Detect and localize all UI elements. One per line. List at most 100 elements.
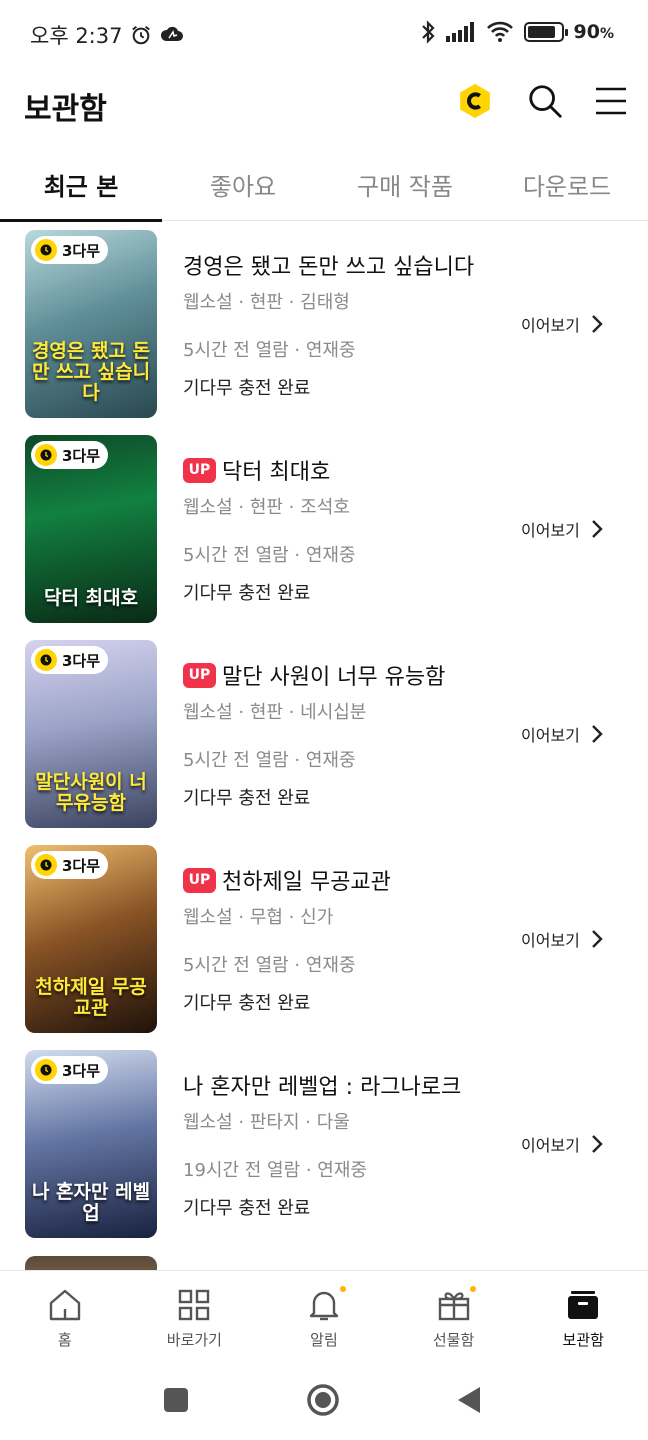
notification-dot (469, 1286, 476, 1292)
status-right: 90% (420, 20, 614, 44)
next-item-thumbnail-partial[interactable] (25, 1256, 157, 1270)
cover-thumbnail[interactable]: 나 혼자만 레벨업 3다무 (25, 1050, 157, 1238)
chevron-right-icon (592, 725, 603, 743)
nav-home[interactable]: 홈 (0, 1271, 130, 1361)
app-header: 보관함 (0, 70, 648, 146)
continue-label: 이어보기 (521, 521, 580, 540)
bluetooth-icon (421, 20, 435, 44)
wait-free-badge: 3다무 (31, 236, 109, 264)
continue-label: 이어보기 (521, 726, 580, 745)
list-item[interactable]: 경영은 됐고 돈만 쓰고 싶습니다 3다무 경영은 됐고 돈만 쓰고 싶습니다 … (0, 222, 648, 427)
nav-label: 선물함 (432, 1331, 475, 1349)
item-charge-status: 기다무 충전 완료 (183, 378, 311, 399)
cover-caption: 천하제일 무공교관 (35, 976, 147, 1020)
nav-label: 홈 (57, 1331, 72, 1349)
archive-icon (568, 1291, 599, 1319)
home-icon (49, 1289, 80, 1321)
item-title[interactable]: 나 혼자만 레벨업 : 라그나로크 (183, 1069, 461, 1101)
title-row: UP 천하제일 무공교관 (183, 864, 391, 896)
status-left: 오후 2:37 (30, 20, 184, 50)
clock-icon (35, 854, 57, 876)
battery-percent: 90% (574, 21, 614, 43)
nav-shortcuts[interactable]: 바로가기 (130, 1271, 260, 1361)
cover-thumbnail[interactable]: 경영은 됐고 돈만 쓰고 싶습니다 3다무 (25, 230, 157, 418)
search-icon[interactable] (526, 82, 564, 120)
bottom-navigation: 홈 바로가기 알림 선물함 보관함 (0, 1270, 648, 1360)
list-item[interactable]: 나 혼자만 레벨업 3다무 나 혼자만 레벨업 : 라그나로크 웹소설 · 판타… (0, 1042, 648, 1247)
cover-caption: 닥터 최대호 (43, 587, 138, 610)
wait-badge-label: 3다무 (62, 856, 101, 875)
item-read-info: 5시간 전 열람 · 연재중 (183, 545, 356, 566)
item-read-info: 5시간 전 열람 · 연재중 (183, 750, 356, 771)
tab-purchased[interactable]: 구매 작품 (324, 148, 486, 221)
wait-free-badge: 3다무 (31, 1056, 109, 1084)
tab-bar: 최근 본 좋아요 구매 작품 다운로드 (0, 148, 648, 222)
cover-caption: 나 혼자만 레벨업 (31, 1181, 151, 1225)
cloud-sync-icon (161, 26, 184, 41)
wait-free-badge: 3다무 (31, 851, 109, 879)
battery-icon (523, 22, 568, 42)
chevron-right-icon (592, 930, 603, 948)
item-read-info: 5시간 전 열람 · 연재중 (183, 955, 356, 976)
home-button-icon[interactable] (306, 1383, 340, 1417)
cash-coin-icon[interactable] (456, 82, 494, 120)
wait-badge-label: 3다무 (62, 1061, 101, 1080)
status-bar: 오후 2:37 90% (0, 0, 648, 70)
nav-notifications[interactable]: 알림 (259, 1271, 389, 1361)
clock-icon (35, 649, 57, 671)
tab-likes[interactable]: 좋아요 (162, 148, 324, 221)
nav-label: 알림 (310, 1331, 338, 1349)
battery-unit: % (599, 26, 614, 42)
hamburger-menu-icon[interactable] (594, 85, 628, 117)
nav-gifts[interactable]: 선물함 (389, 1271, 519, 1361)
list-item[interactable]: 천하제일 무공교관 3다무 UP 천하제일 무공교관 웹소설 · 무협 · 신가… (0, 837, 648, 1042)
item-title[interactable]: 경영은 됐고 돈만 쓰고 싶습니다 (183, 249, 474, 281)
back-button-icon[interactable] (456, 1385, 482, 1415)
tab-downloads[interactable]: 다운로드 (486, 148, 648, 221)
up-badge: UP (183, 662, 216, 688)
system-navigation-bar (0, 1360, 648, 1440)
item-charge-status: 기다무 충전 완료 (183, 1198, 311, 1219)
up-badge: UP (183, 867, 216, 893)
cover-caption: 경영은 됐고 돈만 쓰고 싶습니다 (31, 340, 151, 405)
bell-icon-wrap (306, 1286, 346, 1323)
clock-icon (35, 444, 57, 466)
list-item[interactable]: 닥터 최대호 3다무 UP 닥터 최대호 웹소설 · 현판 · 조석호 5시간 … (0, 427, 648, 632)
recent-apps-icon[interactable] (163, 1387, 189, 1413)
cover-thumbnail[interactable]: 말단사원이 너무유능함 3다무 (25, 640, 157, 828)
item-title[interactable]: 닥터 최대호 (222, 454, 330, 486)
title-row: UP 말단 사원이 너무 유능함 (183, 659, 445, 691)
bell-icon (309, 1291, 339, 1321)
gift-icon (438, 1292, 469, 1321)
item-title[interactable]: 말단 사원이 너무 유능함 (222, 659, 445, 691)
item-title[interactable]: 천하제일 무공교관 (222, 864, 391, 896)
tab-recent[interactable]: 최근 본 (0, 148, 162, 222)
clock-icon (35, 1059, 57, 1081)
continue-reading-button[interactable]: 이어보기 (521, 517, 604, 541)
list-item[interactable]: 말단사원이 너무유능함 3다무 UP 말단 사원이 너무 유능함 웹소설 · 현… (0, 632, 648, 837)
nav-archive[interactable]: 보관함 (518, 1271, 648, 1361)
cover-caption: 말단사원이 너무유능함 (35, 771, 147, 815)
chevron-right-icon (592, 315, 603, 333)
title-row: UP 닥터 최대호 (183, 454, 330, 486)
continue-reading-button[interactable]: 이어보기 (521, 927, 604, 951)
continue-reading-button[interactable]: 이어보기 (521, 312, 604, 336)
continue-label: 이어보기 (521, 316, 580, 335)
item-meta: 웹소설 · 현판 · 김태형 (183, 292, 350, 313)
nav-label: 바로가기 (166, 1331, 222, 1349)
cover-thumbnail[interactable]: 닥터 최대호 3다무 (25, 435, 157, 623)
continue-reading-button[interactable]: 이어보기 (521, 1132, 604, 1156)
recent-list[interactable]: 경영은 됐고 돈만 쓰고 싶습니다 3다무 경영은 됐고 돈만 쓰고 싶습니다 … (0, 222, 648, 1270)
notification-dot (339, 1286, 346, 1292)
continue-label: 이어보기 (521, 1136, 580, 1155)
wifi-icon (486, 21, 513, 42)
item-charge-status: 기다무 충전 완료 (183, 583, 311, 604)
signal-icon (445, 22, 474, 42)
continue-reading-button[interactable]: 이어보기 (521, 722, 604, 746)
up-badge: UP (183, 457, 216, 483)
chevron-right-icon (592, 1135, 603, 1153)
item-meta: 웹소설 · 현판 · 네시십분 (183, 702, 367, 723)
item-meta: 웹소설 · 무협 · 신가 (183, 907, 334, 928)
cover-thumbnail[interactable]: 천하제일 무공교관 3다무 (25, 845, 157, 1033)
gift-icon-wrap (436, 1286, 476, 1323)
